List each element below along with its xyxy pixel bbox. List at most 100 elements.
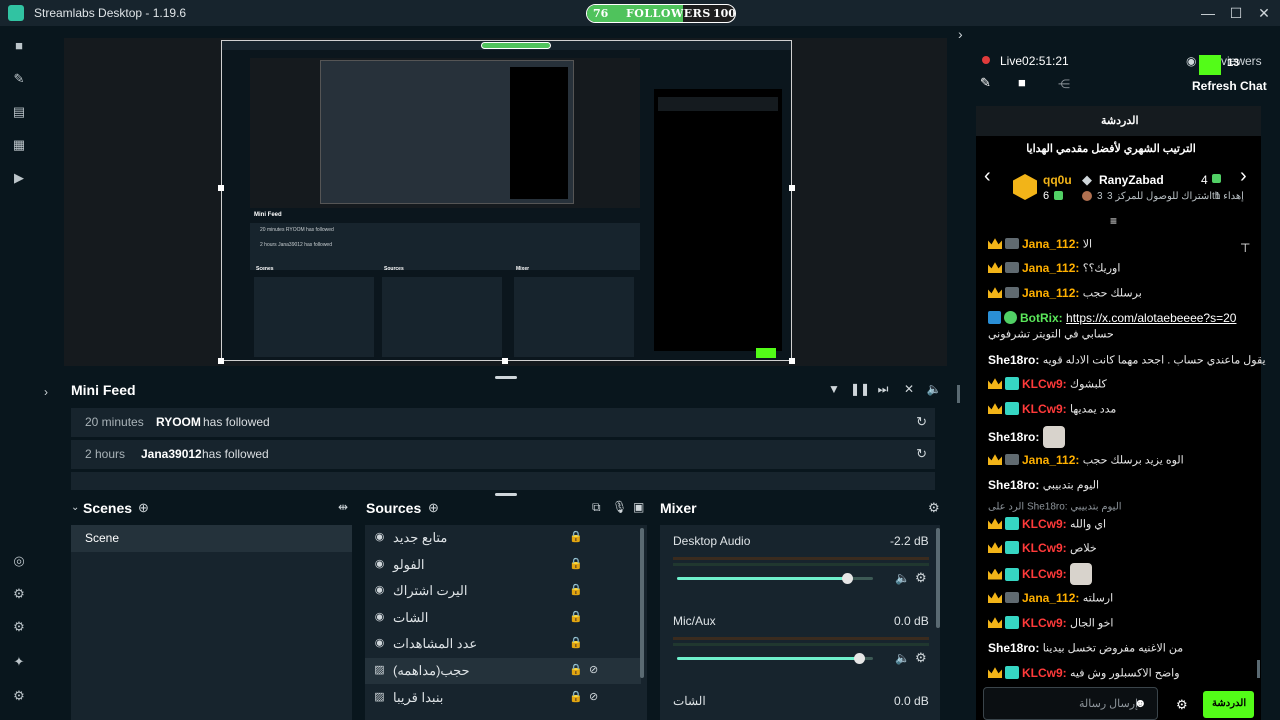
mixer-scrollbar[interactable] [936,528,940,628]
add-folder-icon[interactable]: ▣ [633,500,644,514]
nested-feed-row-1: 20 minutes RYOOM has followed [260,227,334,233]
resize-handle-bottom-left[interactable] [218,358,224,364]
volume-slider-knob[interactable] [854,653,865,664]
collapse-chat-icon[interactable]: › [958,26,963,42]
display-capture-source[interactable]: Mini Feed 20 minutes RYOOM has followed … [221,40,792,361]
eye-hidden-icon[interactable]: ⊘ [589,663,598,676]
skip-icon[interactable]: ⏭ [875,381,891,397]
play-icon[interactable]: ▶ [9,168,29,188]
resize-grip[interactable] [495,493,517,496]
add-source-button[interactable]: ⊕ [428,500,439,516]
leaderboard-next-icon[interactable]: › [1240,165,1247,188]
microphone-icon[interactable]: 🎙 [612,500,627,514]
close-button[interactable]: ✕ [1254,3,1274,23]
podcast-icon[interactable]: ◎ [9,551,29,571]
chat-username[interactable]: Jana_112 [1022,591,1075,605]
studio-icon[interactable]: ■ [9,36,29,56]
lock-icon[interactable]: 🔒 [569,610,583,623]
chevron-right-icon[interactable]: › [44,385,48,399]
mute-icon[interactable]: ✕ [901,381,917,397]
pause-icon[interactable]: ❚❚ [850,381,870,397]
source-row[interactable]: ◉ اليرت اشتراك 🔒 [365,578,641,604]
share-icon[interactable]: ⋲ [1058,77,1070,91]
resize-handle-right[interactable] [789,185,795,191]
chat-input-placeholder: إرسال رسالة [1079,698,1139,710]
scene-transition-icon[interactable]: ⇹ [338,500,348,514]
chat-link[interactable]: https://x.com/alotaebeeee?s=20 [1066,311,1236,325]
source-row[interactable]: ◉ الفولو 🔒 [365,552,641,578]
volume-slider[interactable] [677,657,873,660]
chat-username[interactable]: KLCw9 [1022,541,1063,555]
source-row[interactable]: ◉ الشات 🔒 [365,605,641,631]
lock-icon[interactable]: 🔒 [569,663,583,676]
chat-username[interactable]: Jana_112 [1022,453,1075,467]
chat-username[interactable]: KLCw9 [1022,567,1063,581]
emoji-icon[interactable]: ☻ [1134,696,1147,710]
camera-icon[interactable]: ■ [1018,75,1026,90]
resize-handle-left[interactable] [218,185,224,191]
chat-username[interactable]: KLCw9 [1022,666,1063,680]
scene-item[interactable]: Scene [71,525,352,552]
speaker-icon[interactable]: 🔈 [895,651,910,665]
layout-icon[interactable]: ▦ [9,135,29,155]
lock-icon[interactable]: 🔒 [569,583,583,596]
source-row[interactable]: ▨ بنبدا قريبا 🔒 ⊘ [365,685,641,711]
pin-icon[interactable]: ⊤ [1240,241,1250,255]
chat-username[interactable]: Jana_112 [1022,286,1075,300]
settings-icon[interactable]: ⚙ [9,686,29,706]
lock-icon[interactable]: 🔒 [569,530,583,543]
chat-scrollbar[interactable] [1257,660,1260,678]
leaderboard-prev-icon[interactable]: ‹ [984,165,991,188]
chat-username[interactable]: Jana_112 [1022,261,1075,275]
source-row-selected[interactable]: ▨ حجب(مداهمه) 🔒 ⊘ [365,658,641,684]
themes-icon[interactable]: ✎ [9,69,29,89]
gear-icon[interactable]: ⚙ [915,650,927,666]
chevron-down-icon[interactable]: ⌄ [71,502,79,513]
sources-scrollbar[interactable] [640,528,644,678]
volume-icon[interactable]: 🔈 [926,381,942,397]
nested-feed-row-2: 2 hours Jana39012 has followed [260,242,332,248]
apps-icon[interactable]: ⚙ [9,617,29,637]
scrollbar[interactable] [957,385,960,403]
add-scene-button[interactable]: ⊕ [138,500,149,516]
chat-username[interactable]: KLCw9 [1022,402,1063,416]
chat-input[interactable]: إرسال رسالة ☻ [983,687,1158,720]
gear-icon[interactable]: ⚙ [915,570,927,586]
lock-icon[interactable]: 🔒 [569,636,583,649]
source-row[interactable]: ◉ متابع جديد 🔒 [365,525,641,551]
edit-icon[interactable]: ✎ [980,75,991,91]
replay-icon[interactable]: ↻ [916,414,927,430]
replay-icon[interactable]: ↻ [916,446,927,462]
chat-username[interactable]: Jana_112 [1022,237,1075,251]
expand-list-icon[interactable]: ≡ [1110,214,1117,228]
source-row[interactable]: ◉ عدد المشاهدات 🔒 [365,631,641,657]
resize-handle-bottom[interactable] [502,358,508,364]
chat-username[interactable]: She18ro [988,641,1035,655]
filter-icon[interactable]: ▼ [826,381,842,397]
mixer-settings-icon[interactable]: ⚙ [928,500,940,516]
highlighter-icon[interactable]: ⚙ [9,584,29,604]
lock-icon[interactable]: 🔒 [569,557,583,570]
resize-grip[interactable] [495,376,517,379]
chat-username[interactable]: KLCw9 [1022,616,1063,630]
restore-button[interactable]: ☐ [1226,3,1246,23]
chat-username[interactable]: KLCw9 [1022,517,1063,531]
chat-username[interactable]: She18ro [988,353,1035,367]
store-icon[interactable]: ▤ [9,102,29,122]
eye-hidden-icon[interactable]: ⊘ [589,690,598,703]
chat-username[interactable]: She18ro [988,430,1035,444]
chat-username[interactable]: KLCw9 [1022,377,1063,391]
chat-username[interactable]: She18ro [988,478,1035,492]
chat-send-button[interactable]: الدردشة [1203,691,1254,718]
sparkle-icon[interactable]: ✦ [9,652,29,672]
lock-icon[interactable]: 🔒 [569,690,583,703]
chat-username[interactable]: BotRix [1020,311,1059,325]
speaker-icon[interactable]: 🔈 [895,571,910,585]
chat-settings-icon[interactable]: ⚙ [1176,697,1188,713]
crown-badge-icon [988,403,1002,415]
volume-slider-knob[interactable] [842,573,853,584]
resize-handle-bottom-right[interactable] [789,358,795,364]
minimize-button[interactable]: — [1198,3,1218,23]
source-group-icon[interactable]: ⧉ [592,500,601,515]
refresh-chat-button[interactable]: Refresh Chat [1192,79,1267,93]
